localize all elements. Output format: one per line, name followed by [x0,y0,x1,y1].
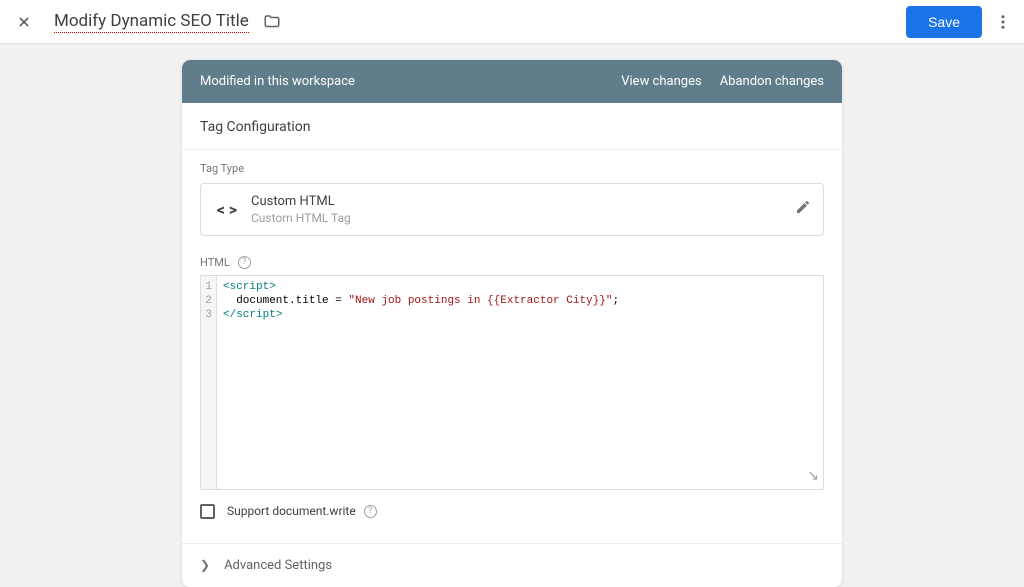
edit-tag-type-button[interactable] [795,199,811,219]
line-gutter: 1 2 3 [201,276,217,489]
section-title: Tag Configuration [182,103,842,150]
code-icon: < > [213,200,241,219]
resize-handle-icon[interactable]: ↘ [807,468,819,485]
help-icon[interactable]: ? [364,505,377,518]
folder-icon[interactable] [263,13,281,31]
tag-type-selector[interactable]: < > Custom HTML Custom HTML Tag [200,183,824,236]
advanced-settings-toggle[interactable]: ❯ Advanced Settings [182,543,842,587]
banner-text: Modified in this workspace [200,74,603,89]
header-bar: Modify Dynamic SEO Title Save [0,0,1024,44]
page-title[interactable]: Modify Dynamic SEO Title [54,11,249,33]
help-icon[interactable]: ? [238,256,251,269]
advanced-settings-label: Advanced Settings [224,558,332,573]
abandon-changes-link[interactable]: Abandon changes [720,74,824,89]
close-button[interactable] [12,10,36,34]
view-changes-link[interactable]: View changes [621,74,701,89]
more-vert-icon [994,13,1012,31]
support-docwrite-checkbox[interactable] [200,504,215,519]
close-icon [16,14,32,30]
more-menu-button[interactable] [994,13,1012,31]
code-text[interactable]: <script> document.title = "New job posti… [217,276,823,489]
pencil-icon [795,199,811,215]
chevron-right-icon: ❯ [200,558,210,572]
tag-type-name: Custom HTML [251,194,795,211]
tag-type-subtitle: Custom HTML Tag [251,211,795,225]
html-code-editor[interactable]: 1 2 3 <script> document.title = "New job… [200,275,824,490]
workspace-banner: Modified in this workspace View changes … [182,60,842,103]
save-button[interactable]: Save [906,6,982,38]
support-docwrite-label: Support document.write [227,504,356,518]
tag-type-label: Tag Type [200,162,824,175]
html-label: HTML [200,256,230,269]
tag-config-card: Modified in this workspace View changes … [182,60,842,587]
